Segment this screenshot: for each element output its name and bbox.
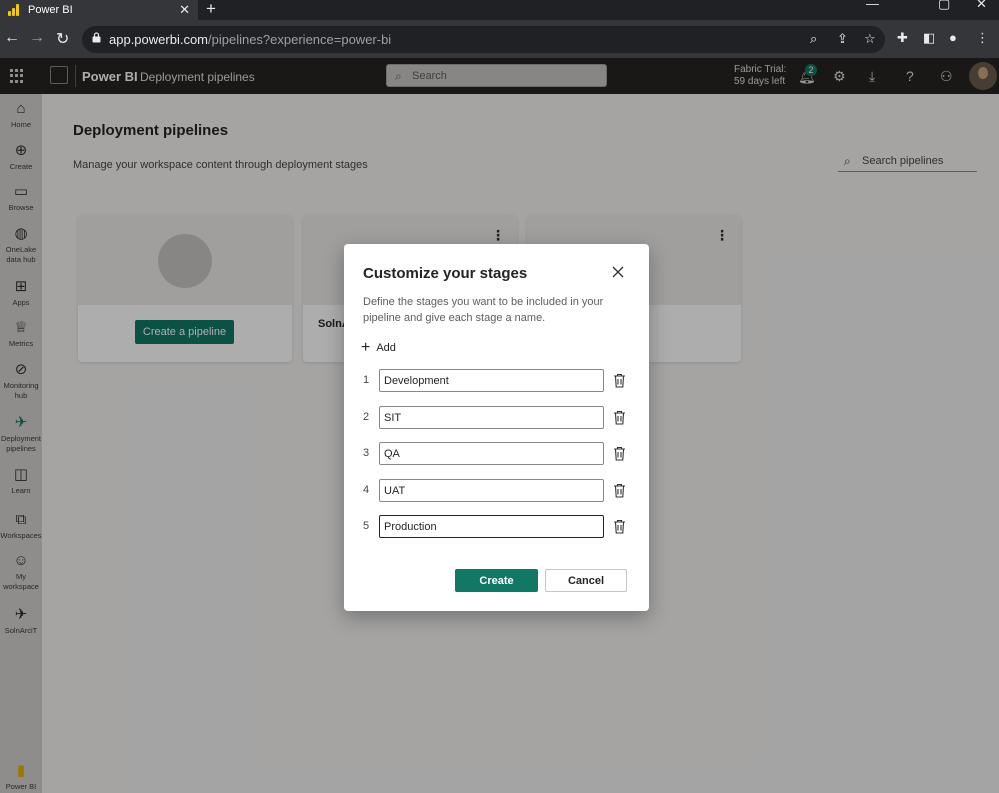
customize-stages-dialog: Customize your stages Define the stages … xyxy=(344,244,649,611)
stage-name-input[interactable] xyxy=(379,479,604,502)
powerbi-favicon-icon xyxy=(8,4,20,16)
forward-icon[interactable]: → xyxy=(29,29,45,47)
lock-icon xyxy=(92,32,101,43)
extensions-icon[interactable]: ✚ xyxy=(897,30,908,46)
stage-name-input[interactable] xyxy=(379,369,604,392)
bookmark-star-icon[interactable]: ☆ xyxy=(864,31,876,47)
stage-row: 1 xyxy=(363,369,633,393)
trash-icon[interactable] xyxy=(613,373,626,388)
new-tab-button[interactable]: + xyxy=(206,0,216,19)
stage-name-input[interactable] xyxy=(379,442,604,465)
stage-number: 2 xyxy=(363,411,370,423)
stage-name-input[interactable] xyxy=(379,515,604,538)
browser-tab[interactable]: Power BI ✕ xyxy=(0,0,198,20)
sidepanel-icon[interactable]: ◧ xyxy=(923,30,935,46)
profile-icon[interactable]: ● xyxy=(949,30,957,45)
cancel-button[interactable]: Cancel xyxy=(545,569,627,592)
stage-number: 1 xyxy=(363,374,370,386)
stage-row: 2 xyxy=(363,406,633,430)
stage-row: 4 xyxy=(363,479,633,503)
stage-name-input[interactable] xyxy=(379,406,604,429)
stage-number: 4 xyxy=(363,484,370,496)
back-icon[interactable]: ← xyxy=(4,29,20,47)
minimize-icon[interactable]: — xyxy=(866,0,879,11)
trash-icon[interactable] xyxy=(613,410,626,425)
address-bar[interactable]: app.powerbi.com/pipelines?experience=pow… xyxy=(82,26,885,53)
plus-icon: + xyxy=(361,339,371,356)
create-button[interactable]: Create xyxy=(455,569,538,592)
browser-toolbar: ← → ↻ app.powerbi.com/pipelines?experien… xyxy=(0,20,999,58)
maximize-icon[interactable]: ▢ xyxy=(938,0,950,12)
trash-icon[interactable] xyxy=(613,519,626,534)
share-icon[interactable]: ⇪ xyxy=(837,31,848,47)
stage-row: 5 xyxy=(363,515,633,539)
browser-tab-strip: Power BI ✕ + — ▢ ✕ xyxy=(0,0,999,20)
zoom-search-icon[interactable]: ⌕ xyxy=(810,31,817,47)
browser-tab-title: Power BI xyxy=(28,4,73,16)
reload-icon[interactable]: ↻ xyxy=(56,29,69,49)
browser-menu-icon[interactable]: ⋮ xyxy=(976,30,989,46)
stage-number: 5 xyxy=(363,520,370,532)
stage-number: 3 xyxy=(363,447,370,459)
stage-row: 3 xyxy=(363,442,633,466)
trash-icon[interactable] xyxy=(613,483,626,498)
trash-icon[interactable] xyxy=(613,446,626,461)
add-stage-button[interactable]: + Add xyxy=(361,339,396,357)
dialog-description: Define the stages you want to be include… xyxy=(363,296,604,324)
add-stage-label: Add xyxy=(376,342,396,354)
url-text: app.powerbi.com/pipelines?experience=pow… xyxy=(109,32,392,47)
dialog-title: Customize your stages xyxy=(363,265,528,282)
tab-close-icon[interactable]: ✕ xyxy=(179,2,190,18)
window-close-icon[interactable]: ✕ xyxy=(976,0,987,12)
close-icon[interactable] xyxy=(610,264,626,280)
